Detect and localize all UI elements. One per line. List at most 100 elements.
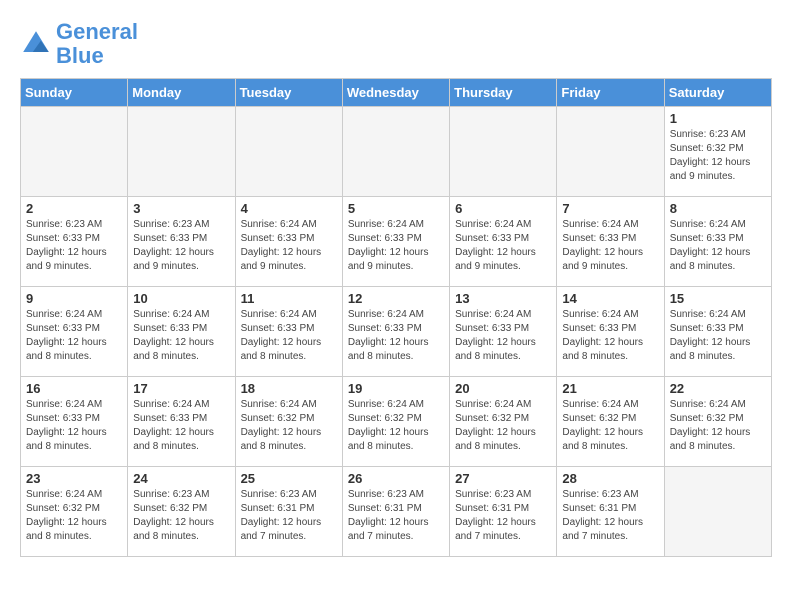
- calendar-week-3: 16 Sunrise: 6:24 AM Sunset: 6:33 PM Dayli…: [21, 377, 772, 467]
- calendar-week-0: 1 Sunrise: 6:23 AM Sunset: 6:32 PM Daylig…: [21, 107, 772, 197]
- calendar-cell: 18 Sunrise: 6:24 AM Sunset: 6:32 PM Dayli…: [235, 377, 342, 467]
- calendar-cell: 7 Sunrise: 6:24 AM Sunset: 6:33 PM Daylig…: [557, 197, 664, 287]
- calendar-cell: [128, 107, 235, 197]
- calendar-cell: 24 Sunrise: 6:23 AM Sunset: 6:32 PM Dayli…: [128, 467, 235, 557]
- day-info: Sunrise: 6:24 AM Sunset: 6:33 PM Dayligh…: [455, 308, 551, 364]
- day-info: Sunrise: 6:24 AM Sunset: 6:33 PM Dayligh…: [562, 218, 658, 274]
- calendar-cell: 8 Sunrise: 6:24 AM Sunset: 6:33 PM Daylig…: [664, 197, 771, 287]
- day-number: 5: [348, 201, 444, 216]
- day-number: 9: [26, 291, 122, 306]
- calendar-cell: 10 Sunrise: 6:24 AM Sunset: 6:33 PM Dayli…: [128, 287, 235, 377]
- header-monday: Monday: [128, 79, 235, 107]
- day-number: 3: [133, 201, 229, 216]
- day-number: 24: [133, 471, 229, 486]
- calendar-cell: 21 Sunrise: 6:24 AM Sunset: 6:32 PM Dayli…: [557, 377, 664, 467]
- header-thursday: Thursday: [450, 79, 557, 107]
- calendar-week-4: 23 Sunrise: 6:24 AM Sunset: 6:32 PM Dayli…: [21, 467, 772, 557]
- calendar-cell: 25 Sunrise: 6:23 AM Sunset: 6:31 PM Dayli…: [235, 467, 342, 557]
- calendar-cell: 16 Sunrise: 6:24 AM Sunset: 6:33 PM Dayli…: [21, 377, 128, 467]
- day-info: Sunrise: 6:23 AM Sunset: 6:33 PM Dayligh…: [26, 218, 122, 274]
- calendar-cell: [235, 107, 342, 197]
- day-number: 18: [241, 381, 337, 396]
- calendar-cell: 22 Sunrise: 6:24 AM Sunset: 6:32 PM Dayli…: [664, 377, 771, 467]
- header-sunday: Sunday: [21, 79, 128, 107]
- day-info: Sunrise: 6:24 AM Sunset: 6:32 PM Dayligh…: [562, 398, 658, 454]
- calendar-cell: 14 Sunrise: 6:24 AM Sunset: 6:33 PM Dayli…: [557, 287, 664, 377]
- header-tuesday: Tuesday: [235, 79, 342, 107]
- day-info: Sunrise: 6:23 AM Sunset: 6:31 PM Dayligh…: [241, 488, 337, 544]
- day-number: 1: [670, 111, 766, 126]
- header-wednesday: Wednesday: [342, 79, 449, 107]
- logo-icon: [20, 28, 52, 60]
- day-info: Sunrise: 6:23 AM Sunset: 6:32 PM Dayligh…: [670, 128, 766, 184]
- day-info: Sunrise: 6:24 AM Sunset: 6:33 PM Dayligh…: [348, 308, 444, 364]
- day-number: 16: [26, 381, 122, 396]
- calendar-cell: 17Sunrise: 6:24 AM Sunset: 6:33 PM Dayli…: [128, 377, 235, 467]
- day-number: 26: [348, 471, 444, 486]
- day-info: Sunrise: 6:24 AM Sunset: 6:32 PM Dayligh…: [26, 488, 122, 544]
- day-info: Sunrise: 6:24 AM Sunset: 6:33 PM Dayligh…: [133, 308, 229, 364]
- calendar-header-row: SundayMondayTuesdayWednesdayThursdayFrid…: [21, 79, 772, 107]
- day-info: Sunrise: 6:24 AM Sunset: 6:32 PM Dayligh…: [241, 398, 337, 454]
- day-number: 7: [562, 201, 658, 216]
- day-info: Sunrise: 6:24 AM Sunset: 6:33 PM Dayligh…: [26, 398, 122, 454]
- calendar-cell: 3 Sunrise: 6:23 AM Sunset: 6:33 PM Daylig…: [128, 197, 235, 287]
- day-info: Sunrise: 6:24 AM Sunset: 6:33 PM Dayligh…: [670, 308, 766, 364]
- day-info: Sunrise: 6:24 AM Sunset: 6:33 PM Dayligh…: [241, 218, 337, 274]
- day-number: 21: [562, 381, 658, 396]
- calendar-week-1: 2 Sunrise: 6:23 AM Sunset: 6:33 PM Daylig…: [21, 197, 772, 287]
- day-info: Sunrise: 6:23 AM Sunset: 6:31 PM Dayligh…: [455, 488, 551, 544]
- calendar-cell: [664, 467, 771, 557]
- day-number: 10: [133, 291, 229, 306]
- calendar-cell: [450, 107, 557, 197]
- calendar-cell: 23 Sunrise: 6:24 AM Sunset: 6:32 PM Dayli…: [21, 467, 128, 557]
- calendar-cell: 5Sunrise: 6:24 AM Sunset: 6:33 PM Daylig…: [342, 197, 449, 287]
- day-info: Sunrise: 6:23 AM Sunset: 6:33 PM Dayligh…: [133, 218, 229, 274]
- day-number: 22: [670, 381, 766, 396]
- day-number: 8: [670, 201, 766, 216]
- calendar-cell: 15 Sunrise: 6:24 AM Sunset: 6:33 PM Dayli…: [664, 287, 771, 377]
- calendar-cell: 11 Sunrise: 6:24 AM Sunset: 6:33 PM Dayli…: [235, 287, 342, 377]
- day-number: 25: [241, 471, 337, 486]
- day-number: 4: [241, 201, 337, 216]
- calendar-cell: 12 Sunrise: 6:24 AM Sunset: 6:33 PM Dayli…: [342, 287, 449, 377]
- calendar-cell: 4 Sunrise: 6:24 AM Sunset: 6:33 PM Daylig…: [235, 197, 342, 287]
- day-info: Sunrise: 6:24 AM Sunset: 6:33 PM Dayligh…: [562, 308, 658, 364]
- calendar-cell: 26 Sunrise: 6:23 AM Sunset: 6:31 PM Dayli…: [342, 467, 449, 557]
- day-info: Sunrise: 6:23 AM Sunset: 6:31 PM Dayligh…: [562, 488, 658, 544]
- day-info: Sunrise: 6:24 AM Sunset: 6:32 PM Dayligh…: [348, 398, 444, 454]
- day-number: 15: [670, 291, 766, 306]
- day-number: 11: [241, 291, 337, 306]
- calendar-cell: [21, 107, 128, 197]
- day-number: 19: [348, 381, 444, 396]
- day-number: 28: [562, 471, 658, 486]
- calendar-cell: 1 Sunrise: 6:23 AM Sunset: 6:32 PM Daylig…: [664, 107, 771, 197]
- logo: General Blue: [20, 20, 138, 68]
- day-number: 27: [455, 471, 551, 486]
- calendar-cell: 13 Sunrise: 6:24 AM Sunset: 6:33 PM Dayli…: [450, 287, 557, 377]
- day-info: Sunrise: 6:23 AM Sunset: 6:31 PM Dayligh…: [348, 488, 444, 544]
- day-number: 14: [562, 291, 658, 306]
- header-saturday: Saturday: [664, 79, 771, 107]
- calendar-cell: 9Sunrise: 6:24 AM Sunset: 6:33 PM Daylig…: [21, 287, 128, 377]
- page-header: General Blue: [20, 20, 772, 68]
- day-number: 2: [26, 201, 122, 216]
- day-info: Sunrise: 6:24 AM Sunset: 6:33 PM Dayligh…: [670, 218, 766, 274]
- calendar-cell: [342, 107, 449, 197]
- day-info: Sunrise: 6:24 AM Sunset: 6:32 PM Dayligh…: [455, 398, 551, 454]
- day-info: Sunrise: 6:23 AM Sunset: 6:32 PM Dayligh…: [133, 488, 229, 544]
- day-number: 17: [133, 381, 229, 396]
- calendar-cell: 20Sunrise: 6:24 AM Sunset: 6:32 PM Dayli…: [450, 377, 557, 467]
- calendar-cell: 28 Sunrise: 6:23 AM Sunset: 6:31 PM Dayli…: [557, 467, 664, 557]
- calendar-week-2: 9 Sunrise: 6:24 AM Sunset: 6:33 PM Daylig…: [21, 287, 772, 377]
- day-info: Sunrise: 6:24 AM Sunset: 6:33 PM Dayligh…: [241, 308, 337, 364]
- logo-text: General Blue: [56, 20, 138, 68]
- day-number: 12: [348, 291, 444, 306]
- day-number: 23: [26, 471, 122, 486]
- calendar-cell: 2 Sunrise: 6:23 AM Sunset: 6:33 PM Daylig…: [21, 197, 128, 287]
- header-friday: Friday: [557, 79, 664, 107]
- day-info: Sunrise: 6:24 AM Sunset: 6:33 PM Dayligh…: [455, 218, 551, 274]
- day-info: Sunrise: 6:24 AM Sunset: 6:32 PM Dayligh…: [670, 398, 766, 454]
- calendar-table: SundayMondayTuesdayWednesdayThursdayFrid…: [20, 78, 772, 557]
- day-number: 13: [455, 291, 551, 306]
